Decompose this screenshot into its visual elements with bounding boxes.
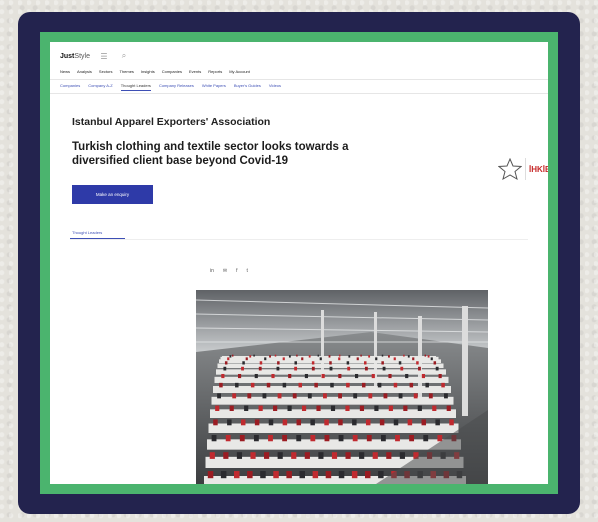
company-brand: İHKİB <box>498 158 548 180</box>
nav-item-my-account[interactable]: My Account <box>229 69 250 74</box>
nav-item-insights[interactable]: Insights <box>141 69 155 74</box>
main-nav: News Analysis Sectors Themes Insights Co… <box>60 69 250 74</box>
company-name: Istanbul Apparel Exporters' Association <box>72 116 271 128</box>
outer-frame: JustStyle ☰ ⌕ News Analysis Sectors Them… <box>18 12 580 514</box>
article-headline: Turkish clothing and textile sector look… <box>72 141 349 167</box>
nav-item-sectors[interactable]: Sectors <box>99 69 113 74</box>
share-icons: in ✉ f t <box>210 268 248 274</box>
nav-item-news[interactable]: News <box>60 69 70 74</box>
subnav-item-white-papers[interactable]: White Papers <box>202 83 226 91</box>
subnav-item-company-releases[interactable]: Company Releases <box>159 83 194 91</box>
menu-icon[interactable]: ☰ <box>98 52 110 61</box>
brand-divider <box>525 158 526 180</box>
twitter-icon[interactable]: t <box>247 268 248 274</box>
linkedin-icon[interactable]: in <box>210 268 214 274</box>
nav-item-companies[interactable]: Companies <box>162 69 182 74</box>
site-logo[interactable]: JustStyle <box>60 53 90 60</box>
nav-item-reports[interactable]: Reports <box>208 69 222 74</box>
tab-divider <box>70 239 528 240</box>
subnav-item-videos[interactable]: Videos <box>269 83 281 91</box>
nav-item-events[interactable]: Events <box>189 69 201 74</box>
logo-bold: Just <box>60 52 75 60</box>
make-enquiry-button[interactable]: Make an enquiry <box>72 185 153 204</box>
brand-text: İHKİB <box>529 164 548 174</box>
nav-item-themes[interactable]: Themes <box>119 69 133 74</box>
email-icon[interactable]: ✉ <box>223 268 227 274</box>
factory-floor-photo <box>196 290 488 484</box>
top-bar: JustStyle ☰ ⌕ <box>60 48 130 64</box>
nav-item-analysis[interactable]: Analysis <box>77 69 92 74</box>
search-icon[interactable]: ⌕ <box>118 51 130 61</box>
tab-thought-leaders[interactable]: Thought Leaders <box>72 230 102 235</box>
subnav-item-company-a-z[interactable]: Company A-Z <box>88 83 112 91</box>
subnav-item-thought-leaders[interactable]: Thought Leaders <box>120 83 151 91</box>
star-logo-icon <box>498 158 522 180</box>
subnav-item-companies[interactable]: Companies <box>60 83 80 91</box>
sub-nav: Companies Company A-Z Thought Leaders Co… <box>50 79 548 94</box>
subnav-item-buyers-guides[interactable]: Buyer's Guides <box>234 83 261 91</box>
inner-frame: JustStyle ☰ ⌕ News Analysis Sectors Them… <box>40 32 558 494</box>
facebook-icon[interactable]: f <box>236 268 237 274</box>
webpage-screenshot: JustStyle ☰ ⌕ News Analysis Sectors Them… <box>50 42 548 484</box>
logo-light: Style <box>74 52 90 60</box>
